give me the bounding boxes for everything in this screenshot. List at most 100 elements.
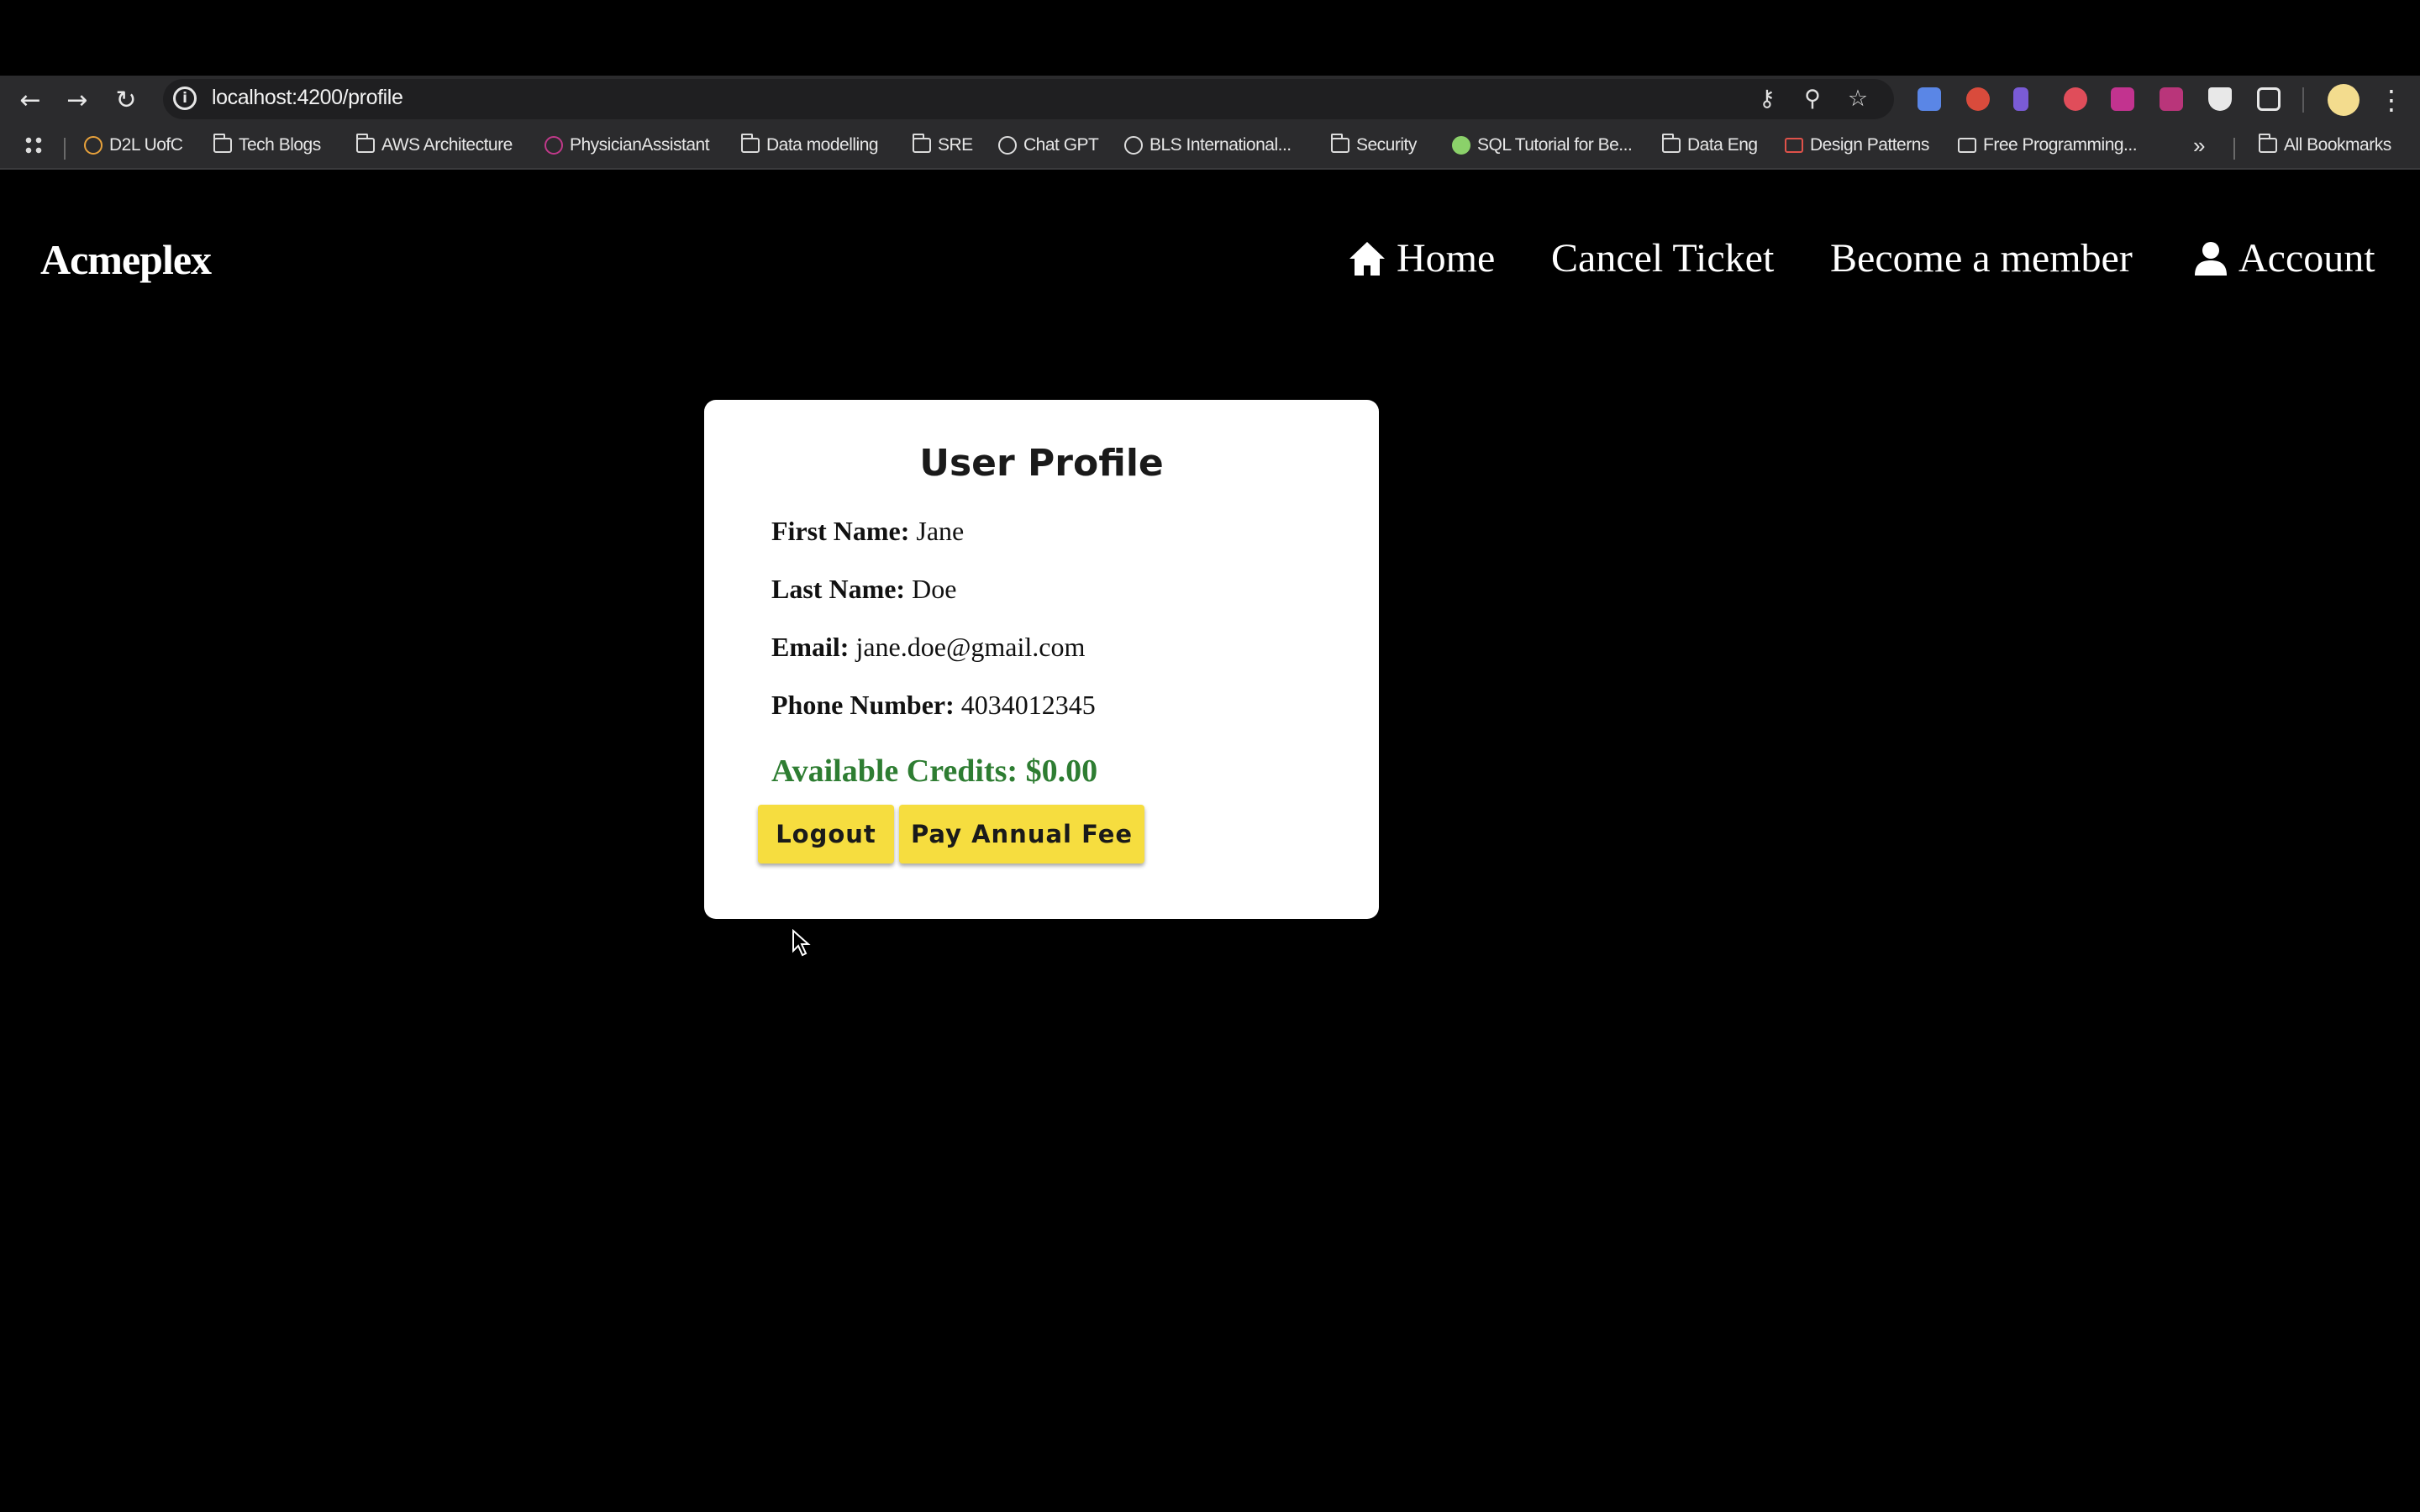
apps-grid-icon [24, 135, 44, 155]
more-bookmarks-chevron-icon[interactable]: » [2193, 131, 2205, 160]
globe-icon [1124, 136, 1143, 155]
toolbar-divider [2302, 87, 2304, 113]
home-icon [1348, 240, 1386, 277]
bookmark-label: AWS Architecture [381, 135, 513, 155]
bookmark-item[interactable]: BLS International... [1124, 131, 1292, 160]
reload-icon[interactable]: ↻ [109, 84, 143, 118]
bookmark-item[interactable]: PhysicianAssistant [544, 131, 710, 160]
d2l-icon [84, 136, 103, 155]
zoom-icon[interactable]: ⚲ [1798, 85, 1827, 113]
bookmark-item[interactable]: Tech Blogs [213, 131, 321, 160]
address-bar-url: localhost:4200/profile [212, 86, 403, 109]
bookmark-item[interactable]: Free Programming... [1958, 131, 2138, 160]
bookmark-item[interactable]: SRE [913, 131, 973, 160]
user-icon [2193, 240, 2228, 277]
site-info-icon[interactable]: i [173, 87, 197, 110]
freecodecamp-icon [1958, 138, 1976, 153]
browser-toolbar: ← → ↻ i localhost:4200/profile ⚷ ⚲ ☆ ⋮ D… [0, 76, 2420, 170]
bookmark-label: BLS International... [1150, 135, 1292, 155]
bookmark-item[interactable]: Data modelling [741, 131, 879, 160]
nav-become-member[interactable]: Become a member [1830, 235, 2133, 281]
bookmark-label: SQL Tutorial for Be... [1477, 135, 1633, 155]
nav-account[interactable]: Account [2193, 235, 2375, 281]
bookmark-label: Tech Blogs [239, 135, 321, 155]
bookmark-label: Design Patterns [1810, 135, 1929, 155]
extension-icon[interactable] [1966, 87, 1990, 111]
extension-icon[interactable] [2160, 87, 2183, 111]
back-arrow-icon[interactable]: ← [13, 84, 47, 118]
field-value: Jane [916, 516, 965, 546]
logout-button[interactable]: Logout [758, 805, 894, 864]
nav-home-label: Home [1397, 236, 1496, 281]
field-label: Phone Number: [771, 690, 955, 720]
field-label: Email: [771, 632, 850, 662]
phone-number-field: Phone Number: 4034012345 [771, 690, 1096, 721]
bookmark-label: Free Programming... [1983, 135, 2138, 155]
design-patterns-icon [1785, 138, 1803, 153]
folder-icon [1662, 134, 1681, 153]
brand-logo[interactable]: Acmeplex [40, 235, 212, 284]
bookmark-item[interactable]: D2L UofC [84, 131, 183, 160]
user-profile-card: User Profile First Name: Jane Last Name:… [704, 400, 1379, 919]
first-name-field: First Name: Jane [771, 516, 964, 547]
field-value: Doe [912, 574, 957, 604]
extension-icon[interactable] [1918, 87, 1941, 111]
extension-icon[interactable] [2013, 87, 2028, 111]
bookmark-item[interactable]: Design Patterns [1785, 131, 1929, 160]
last-name-field: Last Name: Doe [771, 574, 956, 605]
field-value: jane.doe@gmail.com [855, 632, 1086, 662]
bookmark-label: D2L UofC [109, 135, 183, 155]
nav-home[interactable]: Home [1348, 235, 1495, 281]
card-title: User Profile [919, 442, 1164, 485]
bookmark-label: Chat GPT [1023, 135, 1099, 155]
folder-icon [213, 134, 232, 153]
bookmark-item[interactable]: Chat GPT [998, 131, 1099, 160]
bookmark-item[interactable]: Security [1331, 131, 1417, 160]
browser-menu-icon[interactable]: ⋮ [2378, 84, 2405, 116]
bookmark-label: Data Eng [1687, 135, 1758, 155]
bookmark-star-icon[interactable]: ☆ [1844, 85, 1872, 113]
folder-icon [356, 134, 375, 153]
profile-avatar[interactable] [2328, 84, 2360, 116]
bookmarks-bar: D2L UofC Tech Blogs AWS Architecture Phy… [0, 124, 2420, 168]
extensions-puzzle-icon[interactable] [2257, 87, 2281, 111]
angular-icon [544, 136, 563, 155]
nav-cancel-ticket-label: Cancel Ticket [1551, 236, 1775, 281]
pay-annual-fee-button[interactable]: Pay Annual Fee [899, 805, 1144, 864]
address-bar[interactable]: i localhost:4200/profile ⚷ ⚲ ☆ [163, 79, 1894, 119]
nav-account-label: Account [2238, 236, 2375, 281]
forward-arrow-icon[interactable]: → [60, 84, 94, 118]
extension-icon[interactable] [2111, 87, 2134, 111]
field-value: 4034012345 [960, 690, 1096, 720]
email-field: Email: jane.doe@gmail.com [771, 632, 1085, 663]
app-navbar: Acmeplex Home Cancel Ticket Become a mem… [0, 171, 2420, 356]
apps-icon[interactable] [24, 131, 44, 160]
bookmark-label: Data modelling [766, 135, 879, 155]
folder-icon [1331, 134, 1349, 153]
bookmark-label: All Bookmarks [2284, 135, 2391, 155]
bookmark-item[interactable]: SQL Tutorial for Be... [1452, 131, 1633, 160]
password-key-icon[interactable]: ⚷ [1753, 85, 1781, 113]
screen-top-strip [0, 0, 2420, 76]
browser-nav-row: ← → ↻ i localhost:4200/profile ⚷ ⚲ ☆ ⋮ [0, 76, 2420, 123]
folder-icon [913, 134, 931, 153]
mouse-cursor-icon [792, 928, 812, 958]
bookmarks-divider [2233, 138, 2235, 160]
available-credits: Available Credits: $0.00 [771, 753, 1098, 789]
sql-icon [1452, 136, 1470, 155]
bookmarks-divider [64, 138, 66, 160]
bookmark-label: PhysicianAssistant [570, 135, 710, 155]
nav-become-member-label: Become a member [1830, 236, 2133, 281]
chatgpt-icon [998, 136, 1017, 155]
bookmark-item[interactable]: Data Eng [1662, 131, 1758, 160]
extension-icon[interactable] [2064, 87, 2087, 111]
bookmark-item[interactable]: AWS Architecture [356, 131, 513, 160]
nav-cancel-ticket[interactable]: Cancel Ticket [1551, 235, 1774, 281]
bookmark-label: Security [1356, 135, 1417, 155]
folder-icon [2259, 134, 2277, 153]
field-label: Last Name: [771, 574, 906, 604]
shield-extension-icon[interactable] [2208, 87, 2232, 111]
bookmark-label: SRE [938, 135, 973, 155]
folder-icon [741, 134, 760, 153]
all-bookmarks[interactable]: All Bookmarks [2259, 131, 2391, 160]
